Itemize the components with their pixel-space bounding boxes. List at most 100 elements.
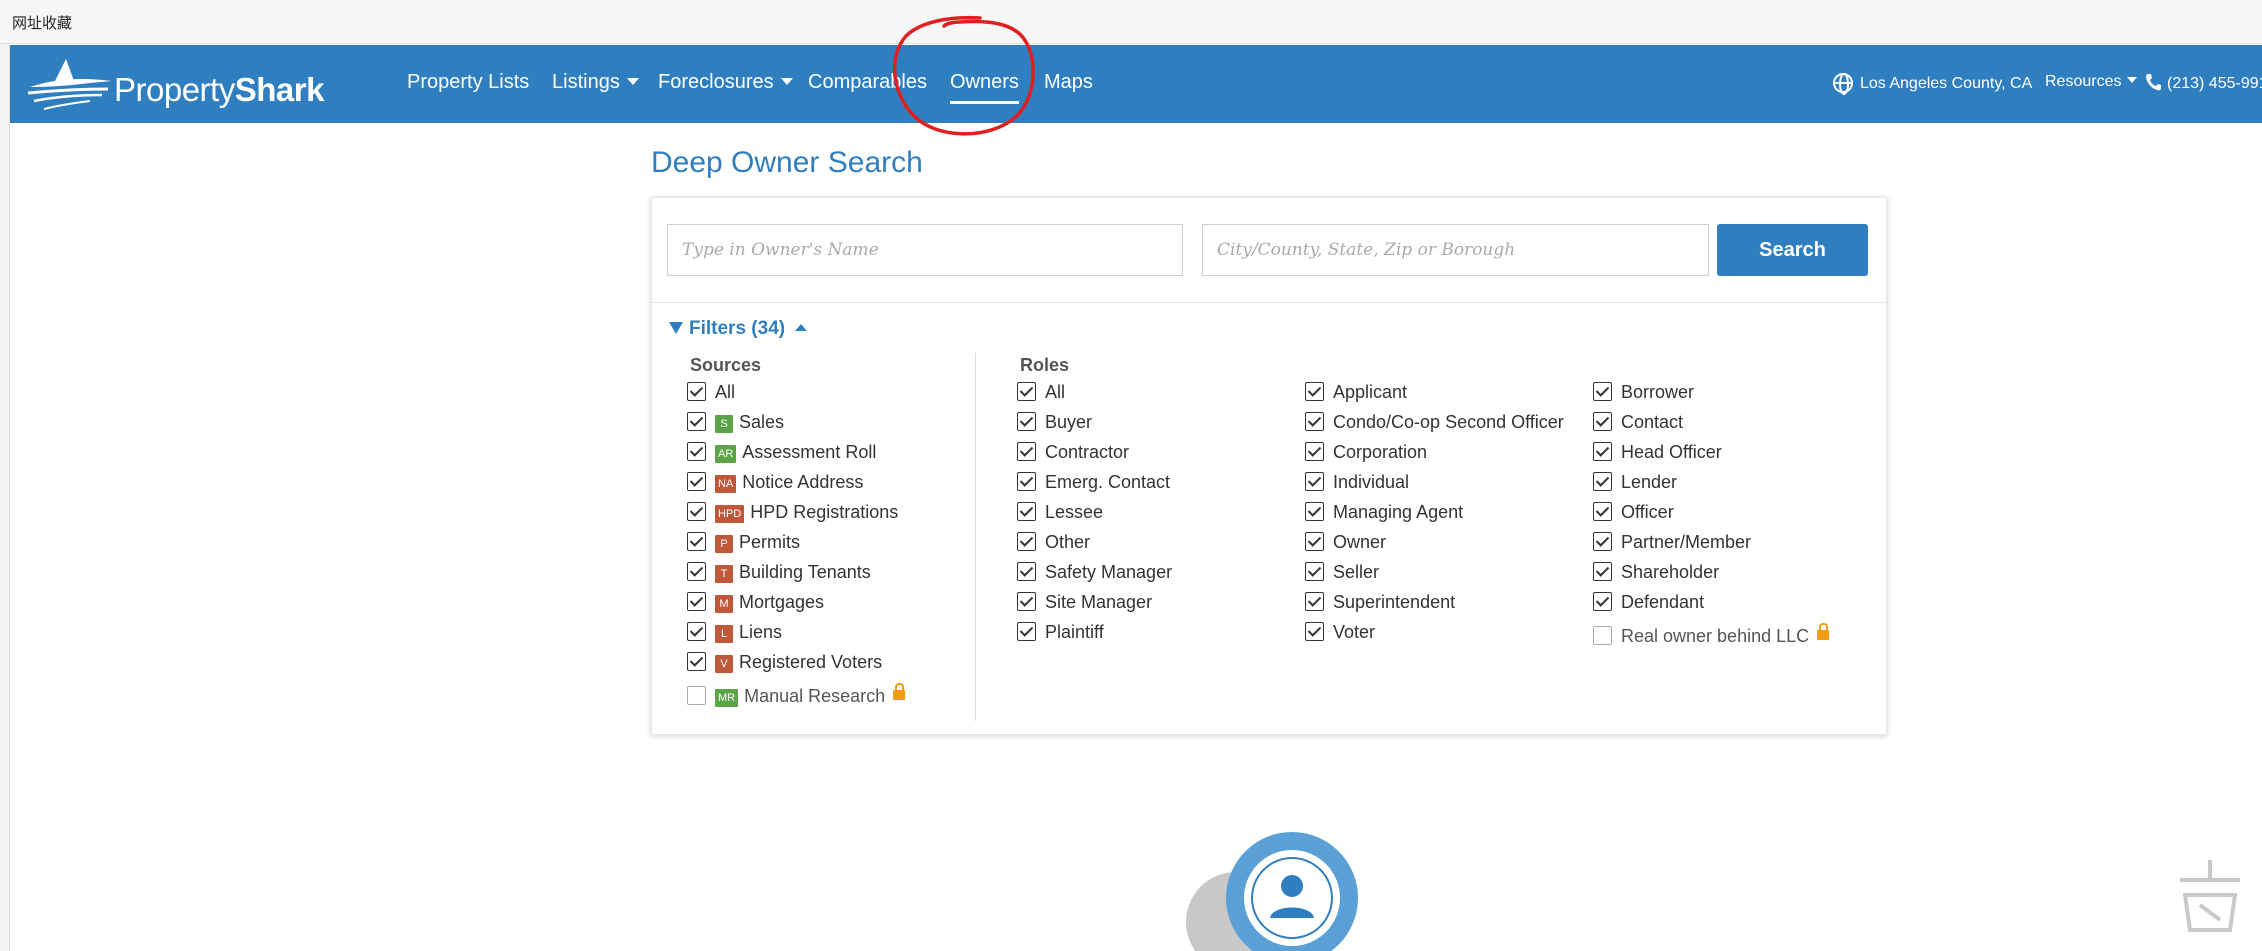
role-safety-manager-option[interactable]: Safety Manager (1017, 560, 1172, 584)
nav-maps[interactable]: Maps (1044, 71, 1093, 94)
role-emerg-contact-option[interactable]: Emerg. Contact (1017, 470, 1170, 494)
role-partner-member-option[interactable]: Partner/Member (1593, 530, 1751, 554)
checkbox[interactable] (1305, 622, 1324, 641)
checkbox[interactable] (687, 652, 706, 671)
checkbox[interactable] (1593, 562, 1612, 581)
role-corporation-option[interactable]: Corporation (1305, 440, 1427, 464)
nav-listings[interactable]: Listings (552, 71, 639, 94)
role-site-manager-option[interactable]: Site Manager (1017, 590, 1152, 614)
checkbox[interactable] (1593, 442, 1612, 461)
source-registered-voters-option[interactable]: V Registered Voters (687, 650, 882, 674)
checkbox[interactable] (1305, 412, 1324, 431)
checkbox[interactable] (1305, 502, 1324, 521)
checkbox[interactable] (687, 502, 706, 521)
role-superintendent-option[interactable]: Superintendent (1305, 590, 1455, 614)
nav-foreclosures[interactable]: Foreclosures (658, 71, 793, 94)
option-label: Building Tenants (739, 562, 871, 582)
role-borrower-option[interactable]: Borrower (1593, 380, 1694, 404)
source-hpd-registrations-option[interactable]: HPD HPD Registrations (687, 500, 898, 524)
nav-owners[interactable]: Owners (950, 71, 1019, 104)
role-other-option[interactable]: Other (1017, 530, 1090, 554)
source-sales-option[interactable]: S Sales (687, 410, 784, 434)
option-label: HPD Registrations (750, 502, 899, 522)
checkbox[interactable] (1017, 532, 1036, 551)
nav-comparables[interactable]: Comparables (808, 71, 927, 94)
checkbox[interactable] (687, 472, 706, 491)
role-contact-option[interactable]: Contact (1593, 410, 1683, 434)
checkbox[interactable] (1305, 532, 1324, 551)
propertyshark-logo[interactable]: PropertyShark (24, 57, 344, 113)
role-individual-option[interactable]: Individual (1305, 470, 1409, 494)
source-permits-option[interactable]: P Permits (687, 530, 800, 554)
role-plaintiff-option[interactable]: Plaintiff (1017, 620, 1104, 644)
bookmark-favorites-link[interactable]: 网址收藏 (12, 12, 72, 33)
source-badge: L (715, 625, 733, 643)
role-condo-co-op-second-officer-option[interactable]: Condo/Co-op Second Officer (1305, 410, 1564, 434)
checkbox[interactable] (1017, 442, 1036, 461)
role-buyer-option[interactable]: Buyer (1017, 410, 1092, 434)
checkbox[interactable] (687, 382, 706, 401)
phone-number[interactable]: (213) 455-991 (2145, 73, 2262, 93)
checkbox[interactable] (1305, 592, 1324, 611)
filters-toggle[interactable]: Filters (34) (669, 318, 808, 340)
option-label: Liens (739, 622, 783, 642)
checkbox[interactable] (687, 622, 706, 641)
checkbox[interactable] (1017, 562, 1036, 581)
role-seller-option[interactable]: Seller (1305, 560, 1379, 584)
source-notice-address-option[interactable]: NA Notice Address (687, 470, 863, 494)
checkbox[interactable] (687, 532, 706, 551)
checkbox[interactable] (1017, 382, 1036, 401)
checkbox[interactable] (1593, 472, 1612, 491)
source-assessment-roll-option[interactable]: AR Assessment Roll (687, 440, 876, 464)
checkbox[interactable] (1593, 412, 1612, 431)
checkbox[interactable] (1305, 472, 1324, 491)
checkbox[interactable] (1593, 626, 1612, 645)
source-building-tenants-option[interactable]: T Building Tenants (687, 560, 871, 584)
checkbox[interactable] (1593, 592, 1612, 611)
option-label: Lender (1621, 472, 1678, 492)
checkbox[interactable] (687, 686, 706, 705)
role-officer-option[interactable]: Officer (1593, 500, 1674, 524)
checkbox[interactable] (687, 412, 706, 431)
role-owner-option[interactable]: Owner (1305, 530, 1386, 554)
checkbox[interactable] (1017, 502, 1036, 521)
role-lessee-option[interactable]: Lessee (1017, 500, 1103, 524)
shark-fin-icon (27, 59, 112, 110)
option-label: Buyer (1045, 412, 1093, 432)
resources-menu[interactable]: Resources (2045, 73, 2138, 91)
checkbox[interactable] (1305, 442, 1324, 461)
source-manual-research-option[interactable]: MR Manual Research (687, 683, 906, 708)
checkbox[interactable] (1305, 382, 1324, 401)
checkbox[interactable] (687, 592, 706, 611)
nav-property-lists[interactable]: Property Lists (407, 71, 529, 94)
checkbox[interactable] (1593, 532, 1612, 551)
checkbox[interactable] (687, 442, 706, 461)
role-all-option[interactable]: All (1017, 380, 1065, 404)
location-selector[interactable]: Los Angeles County, CA (1833, 73, 2032, 95)
role-real-owner-behind-llc-option[interactable]: Real owner behind LLC (1593, 623, 1830, 648)
checkbox[interactable] (1593, 502, 1612, 521)
option-label: Borrower (1621, 382, 1695, 402)
option-label: Permits (739, 532, 801, 552)
role-voter-option[interactable]: Voter (1305, 620, 1375, 644)
checkbox[interactable] (1017, 592, 1036, 611)
checkbox[interactable] (687, 562, 706, 581)
source-all-option[interactable]: All (687, 380, 735, 404)
role-managing-agent-option[interactable]: Managing Agent (1305, 500, 1463, 524)
role-shareholder-option[interactable]: Shareholder (1593, 560, 1719, 584)
location-input[interactable]: City/County, State, Zip or Borough (1202, 224, 1709, 276)
role-defendant-option[interactable]: Defendant (1593, 590, 1704, 614)
checkbox[interactable] (1017, 412, 1036, 431)
role-lender-option[interactable]: Lender (1593, 470, 1677, 494)
owner-name-input[interactable]: Type in Owner's Name (667, 224, 1183, 276)
checkbox[interactable] (1017, 472, 1036, 491)
search-button[interactable]: Search (1717, 224, 1868, 276)
role-contractor-option[interactable]: Contractor (1017, 440, 1129, 464)
checkbox[interactable] (1305, 562, 1324, 581)
checkbox[interactable] (1593, 382, 1612, 401)
role-applicant-option[interactable]: Applicant (1305, 380, 1407, 404)
source-liens-option[interactable]: L Liens (687, 620, 782, 644)
source-mortgages-option[interactable]: M Mortgages (687, 590, 824, 614)
role-head-officer-option[interactable]: Head Officer (1593, 440, 1722, 464)
checkbox[interactable] (1017, 622, 1036, 641)
